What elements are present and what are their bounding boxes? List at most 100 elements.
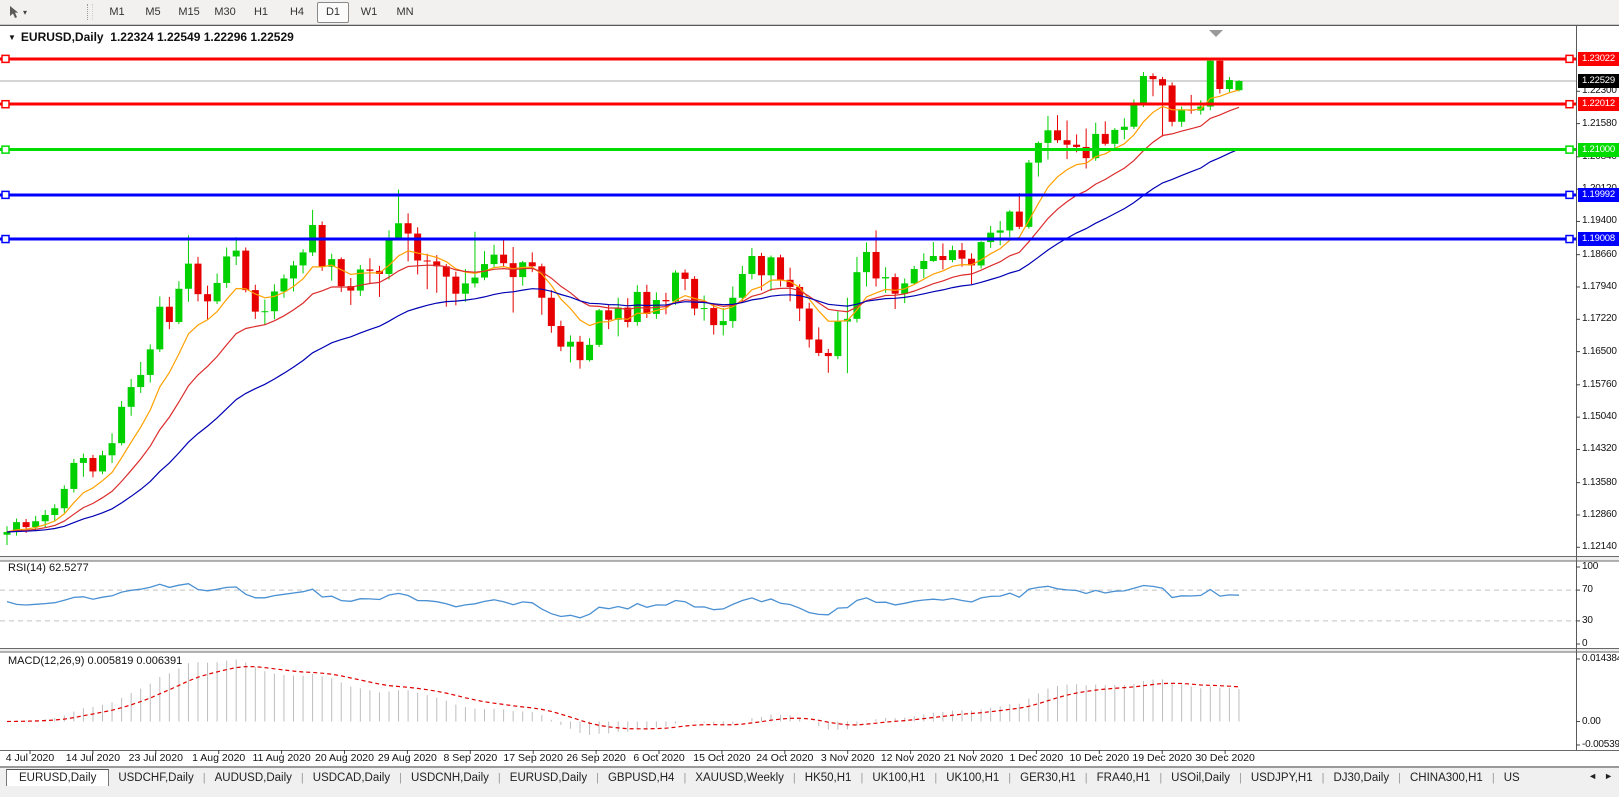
chart-tab-audusd-daily[interactable]: AUDUSD,Daily — [206, 771, 301, 785]
candle-body — [987, 233, 994, 242]
candle-body — [223, 256, 230, 282]
candle-body — [1130, 104, 1137, 126]
candle-body — [672, 273, 679, 302]
chart-tab-bar: EURUSD,DailyUSDCHF,Daily|AUDUSD,Daily|US… — [0, 767, 1619, 787]
tab-scroll-right-icon[interactable]: ► — [1604, 771, 1613, 781]
candle-body — [1121, 127, 1128, 130]
level-drag-handle[interactable] — [1566, 101, 1573, 108]
candle-body — [1073, 145, 1080, 147]
candle-body — [873, 252, 880, 278]
candle-body — [1111, 130, 1118, 144]
candle-body — [729, 298, 736, 321]
level-drag-handle[interactable] — [2, 146, 9, 153]
candle-body — [548, 298, 555, 326]
candle-body — [395, 223, 402, 238]
chart-tab-us[interactable]: US — [1495, 771, 1520, 785]
level-drag-handle[interactable] — [1566, 236, 1573, 243]
candle-body — [128, 387, 135, 407]
chart-tab-eurusd-daily[interactable]: EURUSD,Daily — [501, 771, 596, 785]
candle-body — [1159, 79, 1166, 85]
tab-scroll-arrows: ◄ ► — [1588, 771, 1613, 781]
level-drag-handle[interactable] — [1566, 55, 1573, 62]
candle-body — [1054, 130, 1061, 140]
candle-body — [500, 255, 507, 264]
chart-tab-fra40-h1[interactable]: FRA40,H1 — [1088, 771, 1160, 785]
level-drag-handle[interactable] — [1566, 146, 1573, 153]
candle-body — [214, 283, 221, 301]
candle-body — [596, 310, 603, 345]
candle-body — [386, 238, 393, 274]
candle-body — [529, 262, 536, 266]
candle-body — [605, 310, 612, 319]
candle-body — [280, 278, 287, 291]
candle-body — [89, 458, 96, 471]
level-drag-handle[interactable] — [2, 55, 9, 62]
chart-tab-usdcnh-daily[interactable]: USDCNH,Daily — [402, 771, 498, 785]
candle-body — [42, 515, 49, 521]
candle-body — [567, 342, 574, 347]
candle-body — [1035, 143, 1042, 163]
candle-body — [204, 294, 211, 301]
candle-body — [1226, 80, 1233, 89]
candle-body — [80, 458, 87, 463]
level-drag-handle[interactable] — [2, 191, 9, 198]
chart-tab-usdjpy-h1[interactable]: USDJPY,H1 — [1242, 771, 1322, 785]
candle-body — [920, 261, 927, 269]
mt4-window: ▾ M1M5M15M30H1H4D1W1MN ▼EURUSD,Daily 1.2… — [0, 0, 1619, 797]
candle-body — [748, 256, 755, 274]
candle-body — [109, 443, 116, 455]
chart-tab-usdcad-daily[interactable]: USDCAD,Daily — [304, 771, 399, 785]
chart-tab-xauusd-weekly[interactable]: XAUUSD,Weekly — [686, 771, 793, 785]
candle-body — [662, 300, 669, 301]
candle-body — [424, 260, 431, 261]
candle-body — [892, 277, 899, 294]
candle-body — [233, 251, 240, 257]
candle-body — [242, 251, 249, 290]
candle-body — [1102, 134, 1109, 144]
chart-tab-usdchf-daily[interactable]: USDCHF,Daily — [109, 771, 202, 785]
candle-body — [462, 283, 469, 293]
chart-tab-eurusd-daily[interactable]: EURUSD,Daily — [6, 769, 109, 787]
candle-body — [701, 308, 708, 309]
level-drag-handle[interactable] — [1566, 191, 1573, 198]
chart-tab-uk100-h1[interactable]: UK100,H1 — [937, 771, 1008, 785]
level-drag-handle[interactable] — [2, 101, 9, 108]
candle-body — [147, 349, 154, 375]
candle-body — [758, 256, 765, 275]
candle-body — [930, 256, 937, 261]
candle-body — [271, 291, 278, 311]
tab-scroll-left-icon[interactable]: ◄ — [1588, 771, 1597, 781]
chart-tab-dj30-daily[interactable]: DJ30,Daily — [1324, 771, 1398, 785]
candle-body — [366, 269, 373, 270]
candle-body — [577, 342, 584, 360]
candle-body — [471, 278, 478, 284]
candle-body — [815, 339, 822, 352]
chart-tab-china300-h1[interactable]: CHINA300,H1 — [1401, 771, 1492, 785]
candle-body — [911, 269, 918, 283]
candle-body — [777, 257, 784, 279]
candle-body — [1092, 134, 1099, 158]
chart-tab-hk50-h1[interactable]: HK50,H1 — [796, 771, 861, 785]
level-drag-handle[interactable] — [2, 236, 9, 243]
candle-body — [939, 256, 946, 260]
candle-body — [997, 230, 1004, 232]
candle-body — [166, 307, 173, 322]
candle-body — [156, 307, 163, 350]
candle-body — [682, 273, 689, 279]
chart-tab-usoil-daily[interactable]: USOil,Daily — [1162, 771, 1239, 785]
candle-body — [1006, 212, 1013, 231]
candle-body — [978, 242, 985, 265]
candle-body — [1140, 76, 1147, 104]
chart-canvas[interactable] — [0, 0, 1619, 797]
candle-body — [300, 252, 307, 265]
chart-tab-ger30-h1[interactable]: GER30,H1 — [1011, 771, 1085, 785]
candle-body — [319, 225, 326, 267]
chart-tab-uk100-h1[interactable]: UK100,H1 — [863, 771, 934, 785]
candle-body — [825, 353, 832, 356]
candle-body — [118, 407, 125, 443]
candle-body — [519, 262, 526, 277]
candle-body — [290, 265, 297, 278]
candle-body — [768, 257, 775, 275]
candle-body — [1178, 110, 1185, 122]
chart-tab-gbpusd-h4[interactable]: GBPUSD,H4 — [599, 771, 683, 785]
